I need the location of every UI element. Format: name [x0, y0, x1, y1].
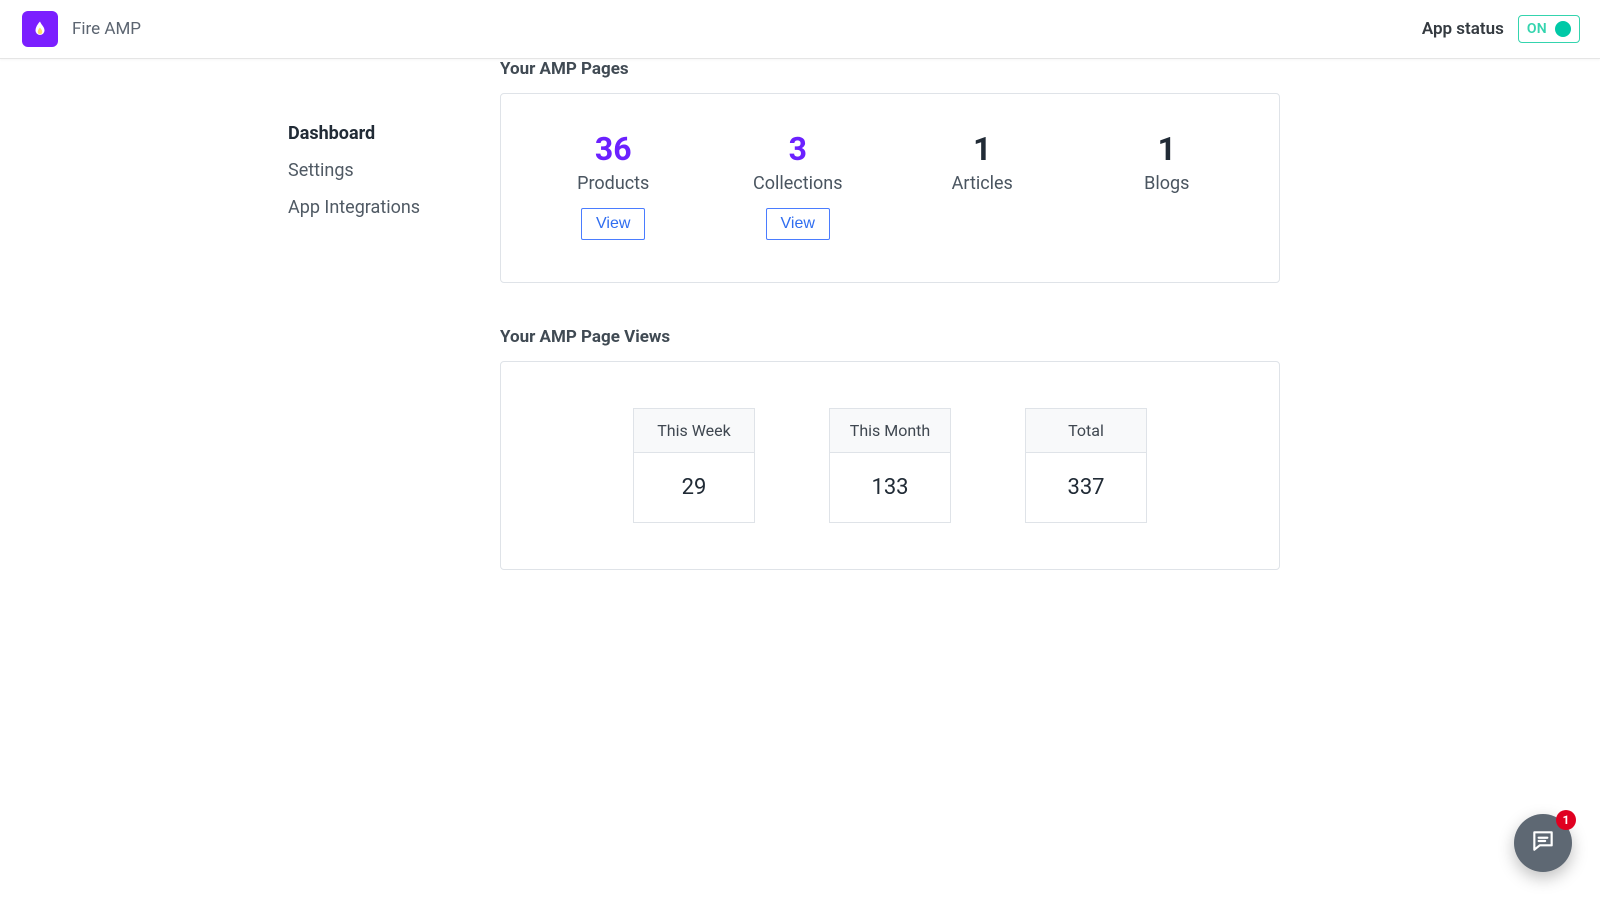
stat-value: 3: [706, 132, 891, 167]
views-this-week: This Week 29: [633, 408, 755, 523]
stat-blogs: 1 Blogs: [1075, 132, 1260, 240]
app-name: Fire AMP: [72, 19, 141, 39]
amp-views-card: This Week 29 This Month 133 Total 337: [500, 361, 1280, 570]
app-status-label: App status: [1422, 19, 1504, 39]
app-status: App status ON: [1422, 15, 1580, 43]
sidebar: Dashboard Settings App Integrations: [0, 59, 500, 570]
stat-value: 1: [1075, 132, 1260, 167]
views-box-value: 29: [634, 453, 754, 522]
sidebar-item-app-integrations[interactable]: App Integrations: [288, 189, 500, 226]
sidebar-item-label: Settings: [288, 160, 354, 181]
chat-icon: [1530, 828, 1556, 858]
app-status-toggle[interactable]: ON: [1518, 15, 1580, 43]
views-box-label: Total: [1026, 409, 1146, 453]
chat-button[interactable]: 1: [1514, 814, 1572, 872]
views-total: Total 337: [1025, 408, 1147, 523]
stat-value: 36: [521, 132, 706, 167]
views-box-label: This Month: [830, 409, 950, 453]
chat-badge: 1: [1556, 810, 1576, 830]
stat-label: Collections: [706, 173, 891, 194]
sidebar-item-label: Dashboard: [288, 123, 375, 144]
app-logo: [22, 11, 58, 47]
views-box-value: 337: [1026, 453, 1146, 522]
views-box-label: This Week: [634, 409, 754, 453]
stat-label: Products: [521, 173, 706, 194]
stat-articles: 1 Articles: [890, 132, 1075, 240]
view-collections-button[interactable]: View: [766, 208, 830, 240]
layout: Dashboard Settings App Integrations Your…: [0, 59, 1600, 570]
section-title-views: Your AMP Page Views: [500, 327, 1280, 347]
sidebar-item-dashboard[interactable]: Dashboard: [288, 115, 500, 152]
app-status-toggle-text: ON: [1527, 21, 1547, 37]
section-title-pages: Your AMP Pages: [500, 59, 1280, 79]
stat-label: Articles: [890, 173, 1075, 194]
stat-value: 1: [890, 132, 1075, 167]
sidebar-item-settings[interactable]: Settings: [288, 152, 500, 189]
sidebar-item-label: App Integrations: [288, 197, 420, 218]
main: Your AMP Pages 36 Products View 3 Collec…: [500, 59, 1320, 570]
stat-label: Blogs: [1075, 173, 1260, 194]
brand: Fire AMP: [22, 11, 141, 47]
status-indicator-dot: [1555, 21, 1571, 37]
views-box-value: 133: [830, 453, 950, 522]
stat-products: 36 Products View: [521, 132, 706, 240]
views-this-month: This Month 133: [829, 408, 951, 523]
view-products-button[interactable]: View: [581, 208, 645, 240]
amp-pages-card: 36 Products View 3 Collections View 1 Ar…: [500, 93, 1280, 283]
stat-collections: 3 Collections View: [706, 132, 891, 240]
header: Fire AMP App status ON: [0, 0, 1600, 59]
flame-icon: [31, 18, 49, 40]
